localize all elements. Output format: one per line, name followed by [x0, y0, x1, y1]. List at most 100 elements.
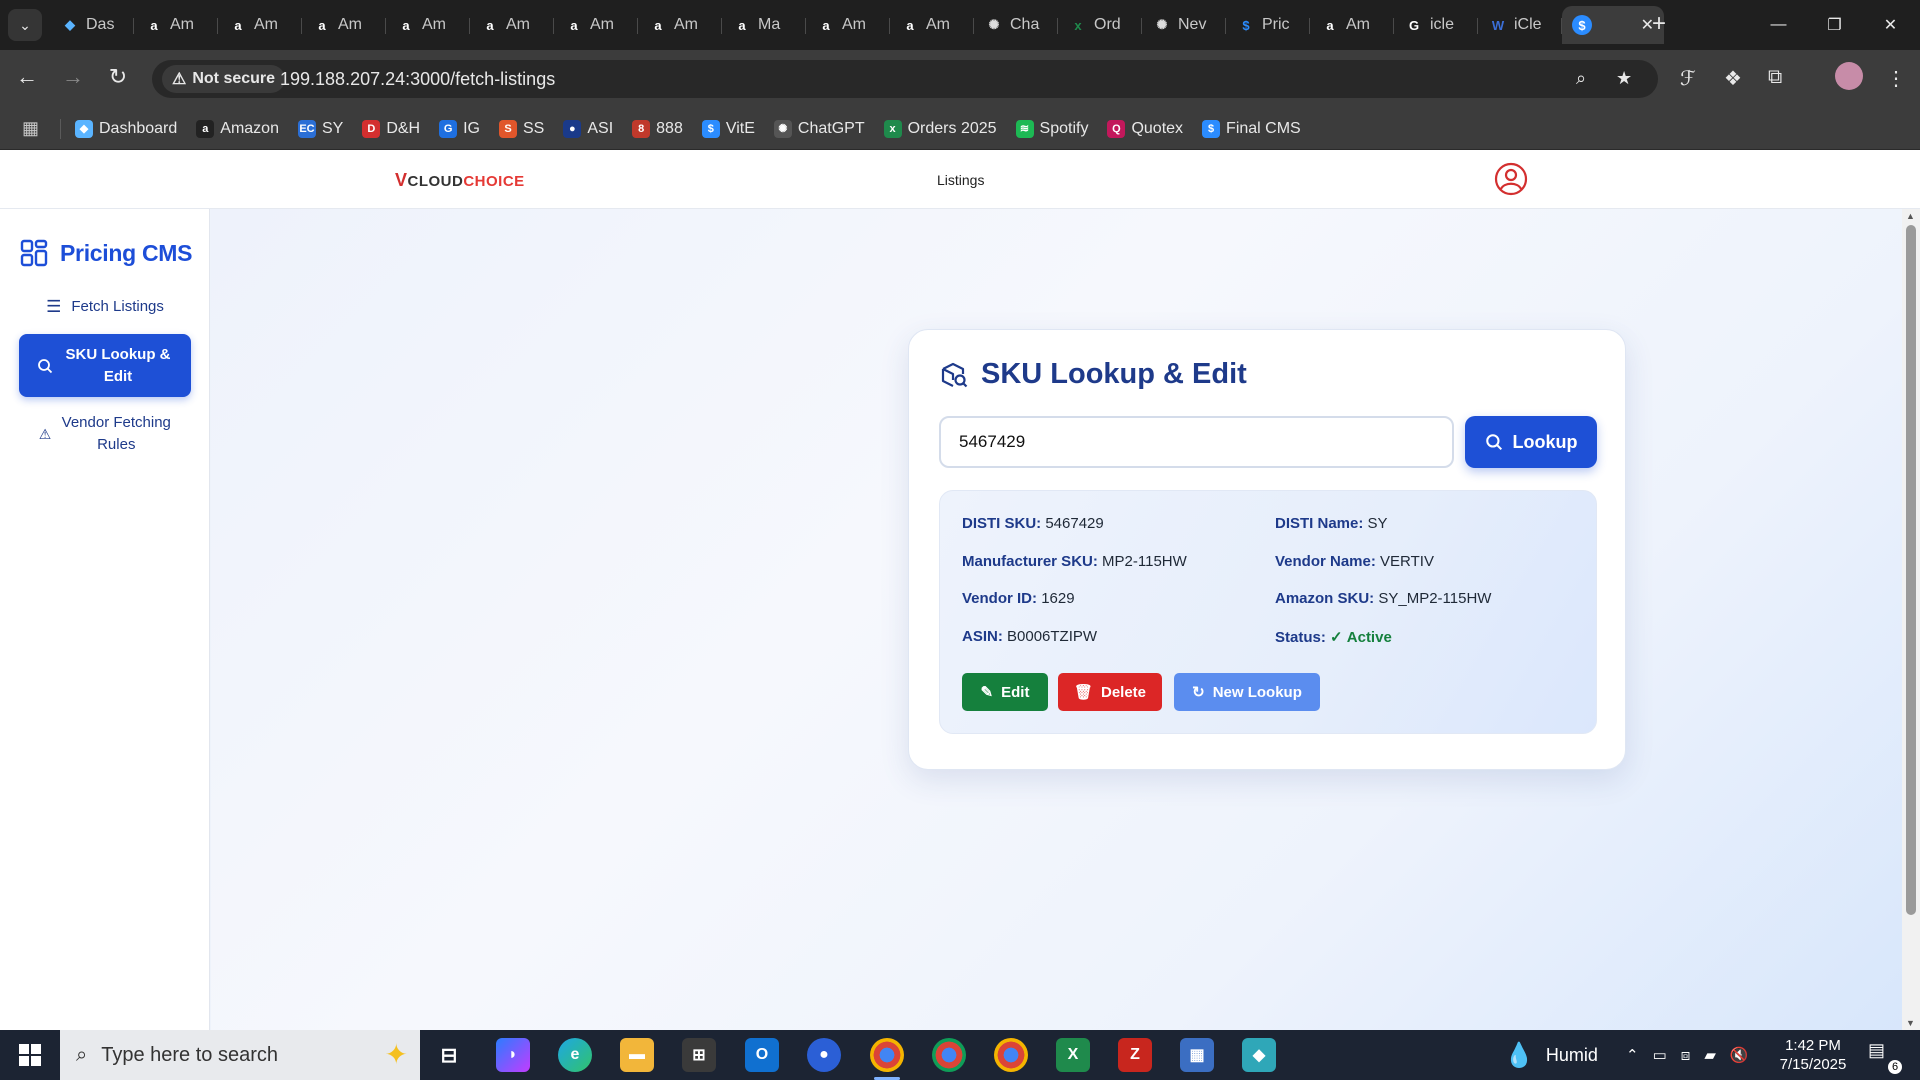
browser-tab[interactable]: a Am: [1310, 6, 1394, 44]
calculator-icon[interactable]: ▦: [1180, 1038, 1214, 1072]
meet-icon[interactable]: ⧈: [1681, 1047, 1691, 1064]
bookmark-item[interactable]: Q Quotex: [1107, 119, 1183, 138]
chevron-up-icon[interactable]: ⌃: [1626, 1046, 1639, 1064]
scroll-up-icon[interactable]: ▲: [1906, 211, 1915, 221]
chrome-icon[interactable]: [932, 1038, 966, 1072]
address-bar[interactable]: ⚠ Not secure 199.188.207.24:3000/fetch-l…: [152, 60, 1658, 98]
bookmark-item[interactable]: 8 888: [632, 119, 683, 138]
edit-button[interactable]: ✎ Edit: [962, 673, 1048, 711]
tab-search-button[interactable]: ⌄: [8, 9, 42, 41]
back-icon[interactable]: ←: [12, 64, 42, 90]
scrollbar-thumb[interactable]: [1906, 225, 1916, 915]
browser-tab[interactable]: a Am: [890, 6, 974, 44]
outlook-icon[interactable]: O: [745, 1038, 779, 1072]
browser-tab[interactable]: Gicle: [1394, 6, 1478, 44]
vcloudchoice-logo[interactable]: VCLOUDCHOICE: [395, 170, 525, 191]
user-profile-icon[interactable]: [1494, 162, 1528, 196]
app-icon[interactable]: ●: [807, 1038, 841, 1072]
forward-icon[interactable]: →: [58, 64, 88, 90]
sidebar-item-sku-lookup[interactable]: SKU Lookup & Edit: [19, 334, 191, 397]
browser-tab[interactable]: ✺ Cha: [974, 6, 1058, 44]
new-lookup-button[interactable]: ↻ New Lookup: [1174, 673, 1320, 711]
browser-tab[interactable]: a Am: [470, 6, 554, 44]
zoom-icon[interactable]: ⌕: [1576, 68, 1586, 89]
url-text[interactable]: 199.188.207.24:3000/fetch-listings: [280, 69, 555, 90]
bookmark-item[interactable]: ≋ Spotify: [1015, 119, 1088, 138]
apps-grid-icon[interactable]: ▦: [22, 118, 46, 139]
bookmark-item[interactable]: D D&H: [362, 119, 420, 138]
tab-title: Ma: [758, 16, 781, 33]
browser-tab[interactable]: a Am: [134, 6, 218, 44]
battery-icon[interactable]: ▰: [1704, 1046, 1716, 1064]
chrome-icon[interactable]: [870, 1038, 904, 1080]
file-explorer-icon[interactable]: ▬: [620, 1038, 654, 1072]
security-chip[interactable]: ⚠ Not secure: [162, 65, 286, 93]
refresh-icon: ↻: [1192, 684, 1205, 701]
browser-tab[interactable]: a Ma: [722, 6, 806, 44]
taskbar-search[interactable]: ⌕ Type here to search ✦: [60, 1030, 420, 1080]
bookmark-item[interactable]: S SS: [499, 119, 544, 138]
browser-tab[interactable]: a Am: [806, 6, 890, 44]
bookmark-item[interactable]: $ VitE: [701, 119, 755, 138]
notification-icon[interactable]: ▤ 6: [1868, 1040, 1902, 1074]
sidebar-item-vendor-rules[interactable]: ⚠ Vendor Fetching Rules: [19, 409, 191, 459]
bookmark-item[interactable]: $ Final CMS: [1202, 119, 1301, 138]
filezilla-icon[interactable]: Z: [1118, 1038, 1152, 1072]
bookmark-item[interactable]: ✺ ChatGPT: [773, 119, 865, 138]
bookmark-item[interactable]: ◆ Dashboard: [75, 119, 177, 138]
browser-tab[interactable]: ◆ Das: [50, 6, 134, 44]
security-label: Not secure: [192, 70, 276, 87]
browser-tab-active[interactable]: $ ✕: [1562, 6, 1664, 44]
close-window-button[interactable]: ✕: [1862, 0, 1919, 50]
scroll-down-icon[interactable]: ▼: [1906, 1018, 1915, 1028]
copilot-icon[interactable]: ◗: [496, 1038, 530, 1072]
tab-list: ◆ Das a Am a Am a Am a Am a Am a Am a Am a Ma a Am a Am ✺ Cha x O…: [50, 6, 1664, 44]
app-header: VCLOUDCHOICE Listings: [0, 150, 1920, 209]
minimize-button[interactable]: —: [1750, 0, 1807, 50]
app-icon[interactable]: ◆: [1242, 1038, 1276, 1072]
store-icon[interactable]: ⊞: [682, 1038, 716, 1072]
browser-tab[interactable]: $ Pric: [1226, 6, 1310, 44]
extensions-puzzle-icon[interactable]: ⧉: [1768, 66, 1782, 89]
dollar-icon: $: [701, 119, 720, 138]
bookmark-item[interactable]: G IG: [439, 119, 480, 138]
excel-icon: x: [1074, 17, 1082, 33]
tab-title: Am: [590, 16, 614, 33]
excel-icon[interactable]: X: [1056, 1038, 1090, 1072]
menu-kebab-icon[interactable]: ⋮: [1886, 66, 1906, 91]
weather-widget[interactable]: 💧 Humid: [1504, 1030, 1598, 1080]
edge-icon[interactable]: e: [558, 1038, 592, 1072]
page-scrollbar[interactable]: ▲ ▼: [1902, 209, 1920, 1030]
lookup-button[interactable]: Lookup: [1465, 416, 1597, 468]
reload-icon[interactable]: ↻: [103, 64, 133, 90]
chrome-icon[interactable]: [994, 1038, 1028, 1072]
browser-tab[interactable]: ✺ Nev: [1142, 6, 1226, 44]
browser-tab[interactable]: a Am: [554, 6, 638, 44]
bookmark-item[interactable]: x Orders 2025: [883, 119, 997, 138]
browser-tab[interactable]: a Am: [386, 6, 470, 44]
display-icon[interactable]: ▭: [1653, 1046, 1667, 1064]
start-button[interactable]: [0, 1030, 60, 1080]
new-tab-button[interactable]: +: [1652, 10, 1666, 38]
browser-tab[interactable]: a Am: [638, 6, 722, 44]
restore-button[interactable]: ❐: [1806, 0, 1863, 50]
bookmark-item[interactable]: ● ASI: [563, 119, 613, 138]
delete-button[interactable]: 🗑 Delete: [1058, 673, 1162, 711]
profile-avatar[interactable]: [1835, 62, 1863, 90]
clock[interactable]: 1:42 PM 7/15/2025: [1768, 1036, 1858, 1074]
bookmark-star-icon[interactable]: ★: [1616, 68, 1632, 89]
sku-search-input[interactable]: [939, 416, 1454, 468]
browser-tab[interactable]: x Ord: [1058, 6, 1142, 44]
browser-tab[interactable]: WiCle: [1478, 6, 1562, 44]
bookmark-item[interactable]: EC SY: [297, 119, 343, 138]
extension-icon[interactable]: ❖: [1724, 66, 1742, 91]
task-view-icon[interactable]: ⊟: [432, 1038, 466, 1072]
extension-icon[interactable]: ℱ: [1680, 66, 1696, 91]
mute-icon[interactable]: 🔇: [1730, 1046, 1749, 1064]
amazon-icon: a: [822, 17, 830, 33]
browser-tab[interactable]: a Am: [302, 6, 386, 44]
bookmark-item[interactable]: a Amazon: [196, 119, 279, 138]
browser-tab[interactable]: a Am: [218, 6, 302, 44]
sidebar-item-fetch-listings[interactable]: ☰ Fetch Listings: [19, 293, 191, 321]
nav-link-listings[interactable]: Listings: [937, 172, 984, 188]
